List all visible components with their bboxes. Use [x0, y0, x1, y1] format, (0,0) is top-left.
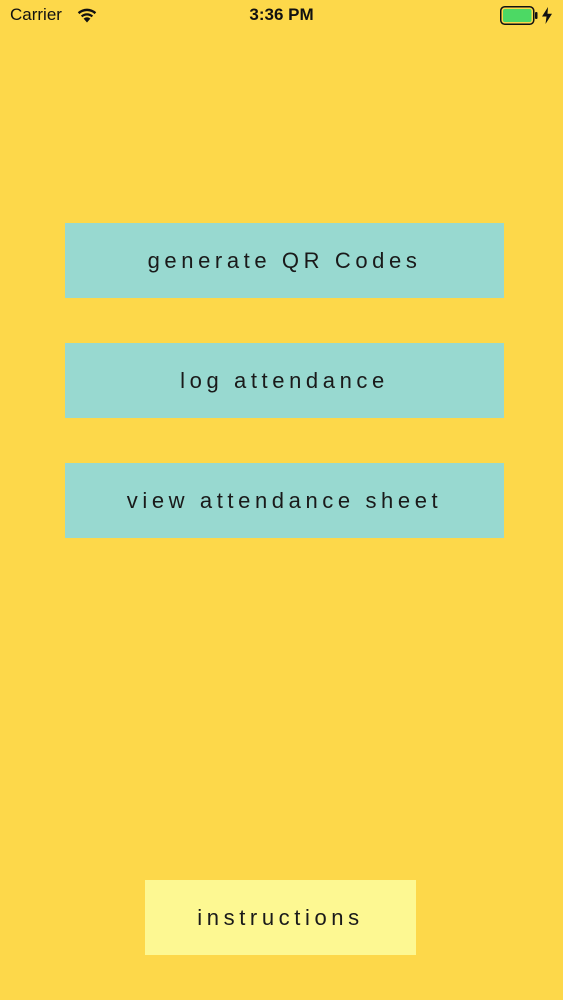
instructions-button[interactable]: instructions: [145, 880, 416, 955]
status-bar: Carrier 3:36 PM: [0, 0, 563, 32]
charge-icon: [542, 7, 552, 24]
generate-qr-codes-button[interactable]: generate QR Codes: [65, 223, 504, 298]
status-time: 3:36 PM: [249, 5, 314, 24]
battery-icon: [500, 6, 538, 25]
view-attendance-sheet-button[interactable]: view attendance sheet: [65, 463, 504, 538]
log-attendance-button[interactable]: log attendance: [65, 343, 504, 418]
